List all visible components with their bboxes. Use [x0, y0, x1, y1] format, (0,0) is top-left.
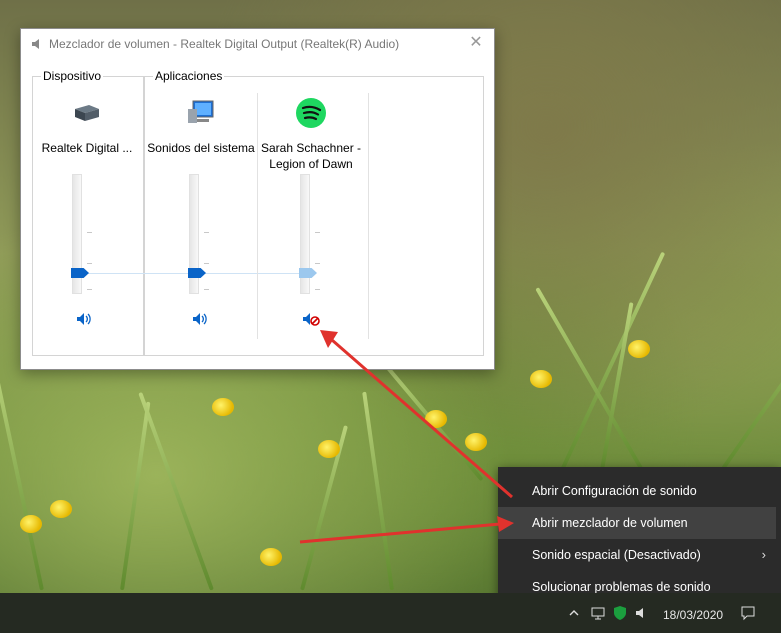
device-column: Realtek Digital ...	[31, 97, 143, 156]
yellow-flower	[628, 340, 650, 358]
grass-blade	[362, 391, 394, 591]
grass-blade	[120, 401, 151, 591]
chevron-up-icon[interactable]	[566, 605, 582, 621]
taskbar-date[interactable]: 18/03/2020	[663, 608, 723, 622]
grass-blade	[0, 364, 44, 591]
apps-group-label: Aplicaciones	[153, 69, 225, 83]
title-bar[interactable]: Mezclador de volumen - Realtek Digital O…	[21, 29, 494, 59]
slider-tick	[87, 232, 92, 233]
slider-tick	[204, 263, 209, 264]
slider-tick	[204, 289, 209, 290]
menu-item-label: Sonido espacial (Desactivado)	[532, 548, 701, 562]
yellow-flower	[425, 410, 447, 428]
close-button[interactable]: ✕	[466, 33, 486, 53]
yellow-flower	[212, 398, 234, 416]
grass-blade	[138, 391, 214, 591]
security-shield-icon[interactable]	[612, 605, 628, 621]
system-sounds-icon[interactable]	[185, 97, 217, 129]
notifications-icon[interactable]	[740, 605, 756, 621]
app-name: Sarah Schachner - Legion of Dawn	[260, 141, 362, 171]
menu-item-open-sound-settings[interactable]: Abrir Configuración de sonido	[498, 475, 776, 507]
network-icon[interactable]	[590, 605, 606, 621]
slider-tick	[87, 289, 92, 290]
taskbar: 18/03/2020	[0, 593, 781, 633]
slider-tick	[315, 263, 320, 264]
audio-device-icon[interactable]	[71, 97, 103, 129]
slider-tick	[315, 232, 320, 233]
speaker-icon	[32, 39, 39, 49]
slider-tick	[87, 263, 92, 264]
system-sounds-speaker-icon[interactable]	[191, 311, 209, 327]
app-column-spotify: Sarah Schachner - Legion of Dawn	[255, 97, 367, 172]
yellow-flower	[20, 515, 42, 533]
slider-tick	[204, 232, 209, 233]
menu-item-open-volume-mixer[interactable]: Abrir mezclador de volumen	[498, 507, 776, 539]
spotify-icon[interactable]	[295, 97, 327, 129]
device-group-label: Dispositivo	[41, 69, 104, 83]
yellow-flower	[465, 433, 487, 451]
yellow-flower	[530, 370, 552, 388]
menu-item-spatial-sound[interactable]: Sonido espacial (Desactivado) ›	[498, 539, 776, 571]
sound-context-menu: Abrir Configuración de sonido Abrir mezc…	[498, 467, 781, 611]
yellow-flower	[260, 548, 282, 566]
volume-mixer-window: Mezclador de volumen - Realtek Digital O…	[20, 28, 495, 370]
app-column-system-sounds: Sonidos del sistema	[145, 97, 257, 156]
volume-tray-icon[interactable]	[634, 605, 650, 621]
device-name: Realtek Digital ...	[41, 141, 133, 155]
spotify-mute-icon[interactable]	[302, 311, 320, 327]
slider-tick	[315, 289, 320, 290]
yellow-flower	[318, 440, 340, 458]
annotation-arrow	[299, 522, 501, 544]
column-divider	[368, 93, 369, 339]
chevron-right-icon: ›	[761, 547, 766, 562]
window-title: Mezclador de volumen - Realtek Digital O…	[49, 37, 400, 51]
app-name: Sonidos del sistema	[147, 141, 255, 155]
device-speaker-icon[interactable]	[75, 311, 93, 327]
grass-blade	[720, 264, 781, 472]
yellow-flower	[50, 500, 72, 518]
